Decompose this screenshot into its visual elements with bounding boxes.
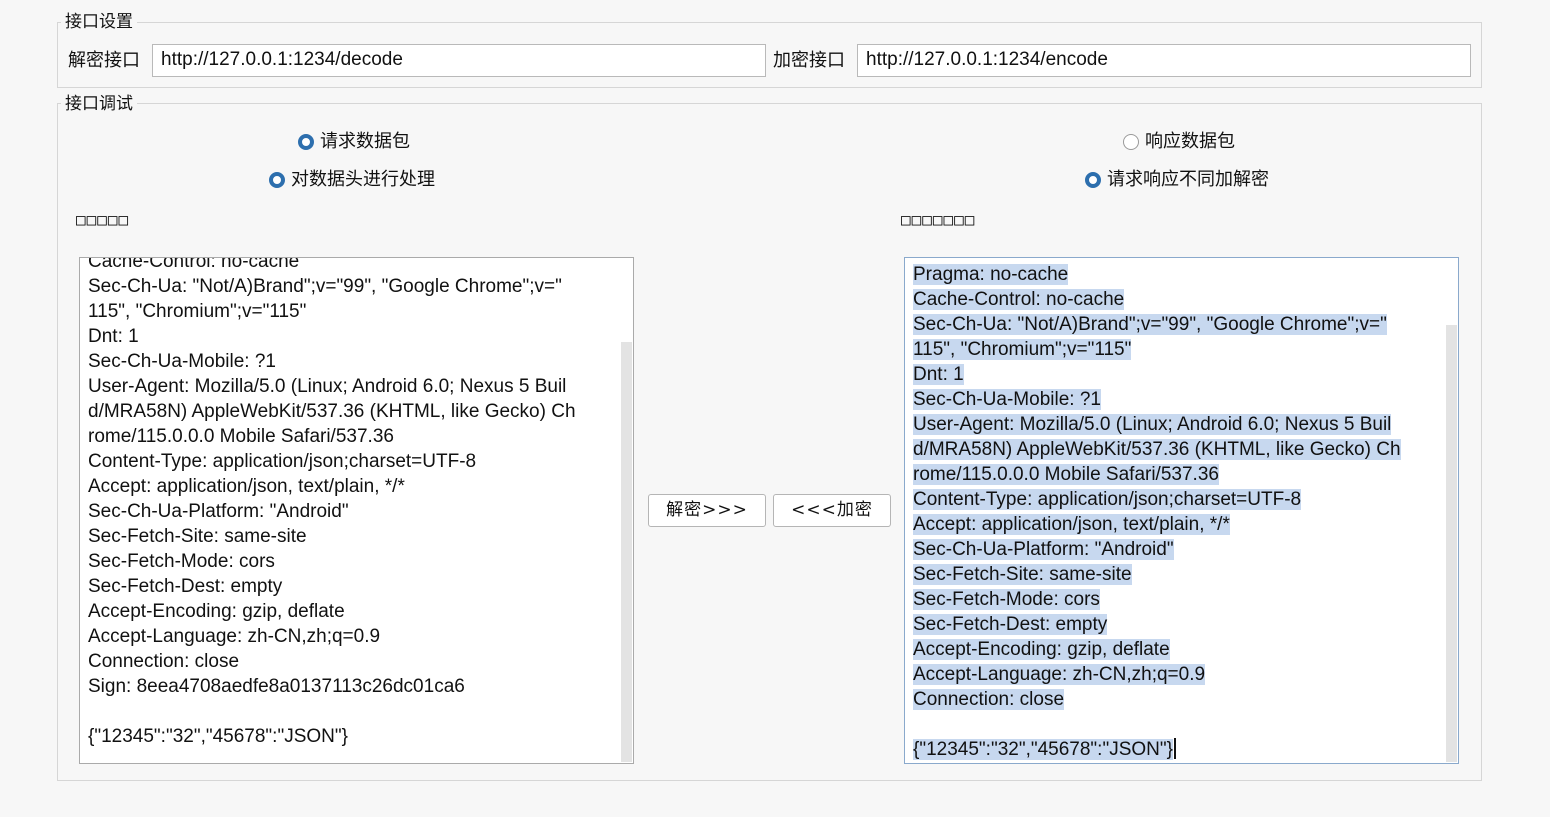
text-line: Sign: 8eea4708aedfe8a0137113c26dc01ca6 bbox=[88, 676, 465, 697]
decrypt-button[interactable]: 解密>>> bbox=[648, 494, 766, 527]
text-line: 115", "Chromium";v="115" bbox=[88, 301, 307, 322]
text-line: 115", "Chromium";v="115" bbox=[913, 339, 1132, 360]
encode-url-label: 加密接口 bbox=[773, 50, 845, 71]
text-line: Connection: close bbox=[88, 651, 240, 672]
right-text-lines: Pragma: no-cache Cache-Control: no-cache S… bbox=[913, 262, 1440, 762]
text-line: Sec-Ch-Ua-Platform: "Android" bbox=[88, 501, 349, 522]
radio-different-encrypt[interactable]: 请求响应不同加解密 bbox=[1085, 169, 1269, 191]
radio-response-packet-label: 响应数据包 bbox=[1145, 131, 1235, 152]
text-line: Dnt: 1 bbox=[88, 326, 139, 347]
right-scrollbar[interactable] bbox=[1446, 325, 1457, 762]
text-line: Accept-Language: zh-CN,zh;q=0.9 bbox=[913, 664, 1206, 685]
text-line: Content-Type: application/json;charset=U… bbox=[913, 489, 1302, 510]
right-panel-heading: □□□□□□□ bbox=[901, 210, 976, 229]
radio-checked-icon bbox=[298, 134, 314, 150]
text-line: Sec-Fetch-Mode: cors bbox=[88, 551, 275, 572]
encode-url-input[interactable]: http://127.0.0.1:1234/encode bbox=[857, 44, 1471, 77]
decode-url-label: 解密接口 bbox=[68, 50, 140, 71]
text-line: Sec-Ch-Ua-Mobile: ?1 bbox=[913, 389, 1101, 410]
radio-request-packet-label: 请求数据包 bbox=[320, 131, 410, 152]
decode-url-input[interactable]: http://127.0.0.1:1234/decode bbox=[152, 44, 766, 77]
text-cursor bbox=[1173, 738, 1176, 759]
text-line: Sec-Fetch-Site: same-site bbox=[88, 526, 307, 547]
left-panel-heading: □□□□□ bbox=[76, 210, 130, 229]
radio-different-encrypt-label: 请求响应不同加解密 bbox=[1107, 169, 1269, 190]
text-line: Sec-Fetch-Mode: cors bbox=[913, 589, 1100, 610]
text-line: Sec-Ch-Ua: "Not/A)Brand";v="99", "Google… bbox=[88, 276, 562, 297]
text-line: Sec-Ch-Ua-Platform: "Android" bbox=[913, 539, 1174, 560]
text-line: User-Agent: Mozilla/5.0 (Linux; Android … bbox=[88, 376, 567, 397]
text-line: Pragma: no-cache bbox=[913, 264, 1069, 285]
text-line: Sec-Fetch-Site: same-site bbox=[913, 564, 1132, 585]
text-line: Accept-Encoding: gzip, deflate bbox=[88, 601, 345, 622]
text-line: d/MRA58N) AppleWebKit/537.36 (KHTML, lik… bbox=[913, 439, 1401, 460]
right-text-area[interactable]: Pragma: no-cache Cache-Control: no-cache S… bbox=[904, 257, 1459, 764]
radio-response-packet[interactable]: 响应数据包 bbox=[1123, 131, 1235, 153]
radio-unchecked-icon bbox=[1123, 134, 1139, 150]
interface-settings-legend: 接口设置 bbox=[61, 12, 137, 32]
text-line: Sec-Ch-Ua-Mobile: ?1 bbox=[88, 351, 276, 372]
left-text-lines: Cache-Control: no-cache Sec-Ch-Ua: "Not/A… bbox=[88, 257, 615, 749]
text-line: {"12345":"32","45678":"JSON"} bbox=[88, 726, 348, 747]
text-line: Connection: close bbox=[913, 689, 1065, 710]
text-line: Cache-Control: no-cache bbox=[913, 289, 1125, 310]
text-line: rome/115.0.0.0 Mobile Safari/537.36 bbox=[88, 426, 394, 447]
radio-checked-icon bbox=[269, 172, 285, 188]
radio-request-packet[interactable]: 请求数据包 bbox=[298, 131, 410, 153]
radio-checked-icon bbox=[1085, 172, 1101, 188]
text-line: Accept-Encoding: gzip, deflate bbox=[913, 639, 1170, 660]
text-line: Accept-Language: zh-CN,zh;q=0.9 bbox=[88, 626, 381, 647]
text-line: d/MRA58N) AppleWebKit/537.36 (KHTML, lik… bbox=[88, 401, 576, 422]
text-line: Accept: application/json, text/plain, */… bbox=[913, 514, 1230, 535]
text-line: Accept: application/json, text/plain, */… bbox=[88, 476, 405, 497]
encrypt-button[interactable]: <<<加密 bbox=[773, 494, 891, 527]
text-line: Content-Type: application/json;charset=U… bbox=[88, 451, 477, 472]
radio-process-headers-label: 对数据头进行处理 bbox=[291, 169, 435, 190]
text-line bbox=[88, 699, 615, 724]
text-line: Cache-Control: no-cache bbox=[88, 257, 300, 272]
text-line bbox=[913, 712, 1440, 737]
left-text-area[interactable]: Cache-Control: no-cache Sec-Ch-Ua: "Not/A… bbox=[79, 257, 634, 764]
text-line: Dnt: 1 bbox=[913, 364, 964, 385]
text-line: Sec-Ch-Ua: "Not/A)Brand";v="99", "Google… bbox=[913, 314, 1387, 335]
text-line: {"12345":"32","45678":"JSON"} bbox=[913, 737, 1440, 762]
text-line: Sec-Fetch-Dest: empty bbox=[88, 576, 283, 597]
text-line: rome/115.0.0.0 Mobile Safari/537.36 bbox=[913, 464, 1219, 485]
text-line: Sec-Fetch-Dest: empty bbox=[913, 614, 1108, 635]
text-line: User-Agent: Mozilla/5.0 (Linux; Android … bbox=[913, 414, 1392, 435]
interface-debug-legend: 接口调试 bbox=[61, 94, 137, 114]
radio-process-headers[interactable]: 对数据头进行处理 bbox=[269, 169, 435, 191]
left-scrollbar[interactable] bbox=[621, 342, 632, 762]
